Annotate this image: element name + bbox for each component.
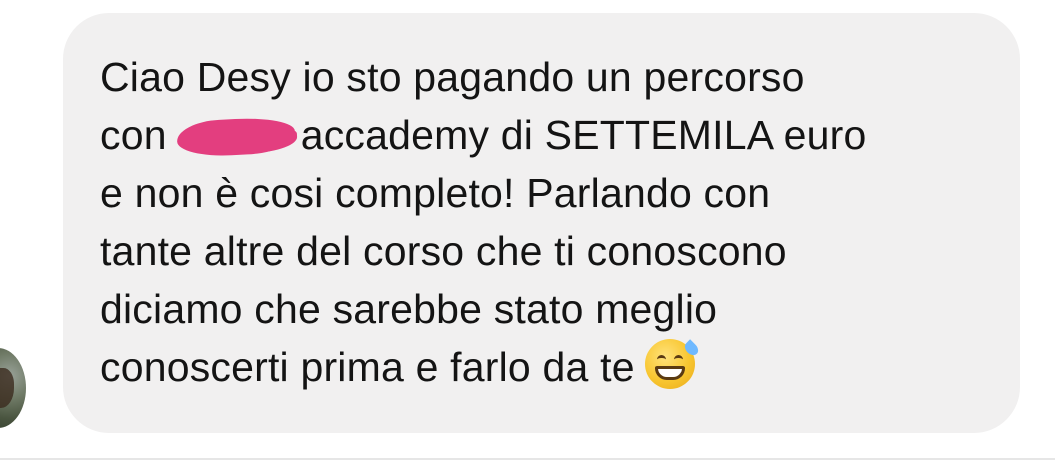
message-fragment: con <box>100 112 167 158</box>
grinning-sweat-emoji-icon <box>644 339 701 389</box>
redacted-name <box>175 115 296 159</box>
message-line: con accademy di SETTEMILA euro <box>100 106 1020 164</box>
message-line: e non è cosi completo! Parlando con <box>100 170 771 216</box>
emoji-mouth <box>654 366 685 380</box>
message-bubble[interactable]: Ciao Desy io sto pagando un percorso con… <box>63 13 1020 433</box>
message-fragment: accademy di SETTEMILA euro <box>300 112 867 158</box>
message-line: conoscerti prima e farlo da te <box>100 338 1020 396</box>
avatar-hair <box>0 368 14 408</box>
message-line: Ciao Desy io sto pagando un percorso <box>100 54 805 100</box>
emoji-eye <box>656 355 666 364</box>
avatar[interactable] <box>0 348 26 428</box>
message-text: Ciao Desy io sto pagando un percorso con… <box>100 48 1020 396</box>
emoji-eye <box>673 355 683 364</box>
message-line: diciamo che sarebbe stato meglio <box>100 286 718 332</box>
emoji-sweat-drop <box>682 339 701 358</box>
message-line: tante altre del corso che ti conoscono <box>100 228 787 274</box>
message-fragment: conoscerti prima e farlo da te <box>100 344 635 390</box>
